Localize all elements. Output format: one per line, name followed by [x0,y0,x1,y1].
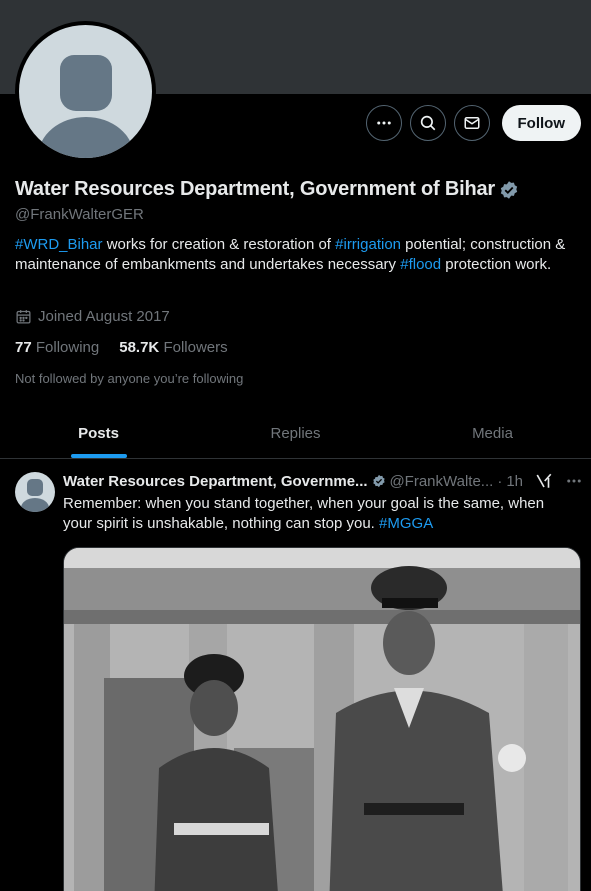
search-icon [420,115,435,131]
post-author-name[interactable]: Water Resources Department, Governme... [63,473,368,490]
profile-name-row: Water Resources Department, Government o… [15,178,519,201]
hashtag-link[interactable]: #MGGA [379,515,433,532]
profile-bio: #WRD_Bihar works for creation & restorat… [15,236,566,273]
photo-image [64,548,580,891]
more-icon [376,121,391,125]
follow-button[interactable]: Follow [501,105,581,141]
active-tab-indicator [70,454,127,458]
joined-date: Joined August 2017 [15,308,170,325]
default-avatar-icon [19,25,152,158]
post-text: Remember: when you stand together, when … [63,495,545,532]
profile-stats: 77 Following 58.7K Followers [15,339,228,356]
message-button[interactable] [453,105,490,141]
grok-button[interactable] [535,472,553,490]
hashtag-link[interactable]: #WRD_Bihar [15,236,103,253]
hashtag-link[interactable]: #irrigation [335,236,401,253]
post-header: Water Resources Department, Governme... … [63,472,583,490]
more-button[interactable] [365,105,402,141]
profile-display-name: Water Resources Department, Government o… [15,178,495,200]
post-item[interactable]: Water Resources Department, Governme... … [0,460,591,891]
verified-badge-icon[interactable] [372,472,386,490]
following-link[interactable]: 77 Following [15,339,99,356]
profile-tabs: Posts Replies Media [0,409,591,459]
search-button[interactable] [409,105,446,141]
tab-replies[interactable]: Replies [197,409,394,458]
more-icon [567,479,581,483]
hashtag-link[interactable]: #flood [400,256,441,273]
followers-link[interactable]: 58.7K Followers [119,339,227,356]
tab-posts[interactable]: Posts [0,409,197,458]
post-author-avatar[interactable] [15,472,55,512]
verified-badge-icon[interactable] [499,180,519,200]
tab-media[interactable]: Media [394,409,591,458]
not-followed-notice: Not followed by anyone you’re following [15,371,244,386]
profile-handle: @FrankWalterGER [15,206,144,223]
post-author-handle[interactable]: @FrankWalte... [389,473,493,490]
post-timestamp[interactable]: 1h [506,473,523,490]
post-more-button[interactable] [565,472,583,490]
grok-icon [536,473,552,488]
post-photo[interactable] [63,547,581,891]
calendar-icon [16,310,31,324]
message-icon [464,117,479,129]
profile-actions: Follow [365,105,581,141]
profile-avatar[interactable] [15,21,156,162]
separator-dot: · [497,472,503,490]
